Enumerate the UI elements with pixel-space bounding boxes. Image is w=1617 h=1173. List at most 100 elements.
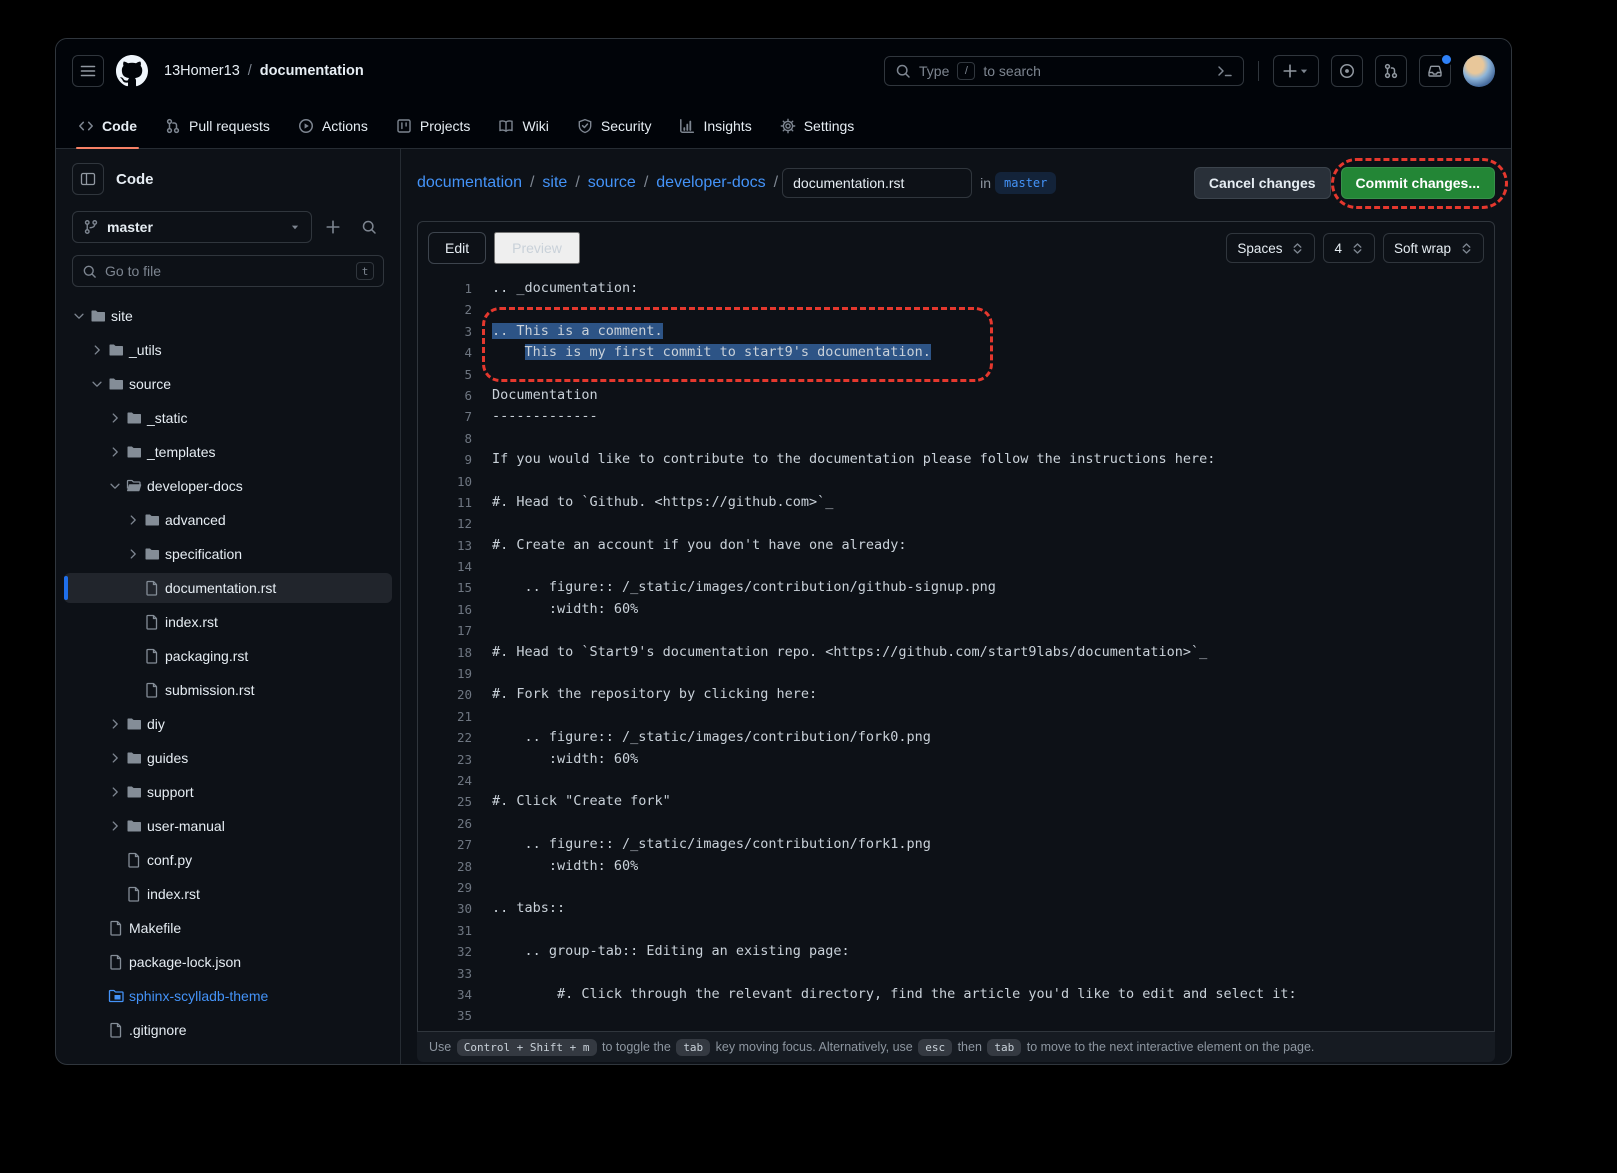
code-line[interactable]: 15 .. figure:: /_static/images/contribut… xyxy=(418,577,1494,598)
tab-wiki[interactable]: Wiki xyxy=(486,103,560,148)
code-line[interactable]: 34 #. Click through the relevant directo… xyxy=(418,984,1494,1005)
commit-changes-button[interactable]: Commit changes... xyxy=(1341,167,1495,199)
breadcrumb-link-documentation[interactable]: documentation xyxy=(417,174,522,192)
tab-actions[interactable]: Actions xyxy=(286,103,380,148)
chevron-right-icon[interactable] xyxy=(106,751,124,765)
chevron-right-icon[interactable] xyxy=(106,785,124,799)
breadcrumb-link-site[interactable]: site xyxy=(542,174,567,192)
create-new-button[interactable] xyxy=(1273,55,1319,87)
tree-item-developer-docs[interactable]: developer-docs xyxy=(64,471,392,501)
code-line[interactable]: 27 .. figure:: /_static/images/contribut… xyxy=(418,834,1494,855)
tree-item-gitignore[interactable]: .gitignore xyxy=(64,1015,392,1045)
code-line[interactable]: 29 xyxy=(418,877,1494,898)
code-line[interactable]: 32 .. group-tab:: Editing an existing pa… xyxy=(418,941,1494,962)
inbox-button[interactable] xyxy=(1419,55,1451,87)
code-line[interactable]: 8 xyxy=(418,428,1494,449)
tree-item-templates[interactable]: _templates xyxy=(64,437,392,467)
tab-preview[interactable]: Preview xyxy=(494,232,580,264)
add-file-button[interactable] xyxy=(318,212,348,242)
tree-item-source[interactable]: source xyxy=(64,369,392,399)
tab-settings[interactable]: Settings xyxy=(768,103,867,148)
code-line[interactable]: 31 xyxy=(418,920,1494,941)
repo-owner-link[interactable]: 13Homer13 xyxy=(164,63,240,79)
chevron-right-icon[interactable] xyxy=(124,513,142,527)
chevron-down-icon[interactable] xyxy=(88,377,106,391)
code-line[interactable]: 12 xyxy=(418,513,1494,534)
branch-badge[interactable]: master xyxy=(995,172,1056,194)
tree-item-advanced[interactable]: advanced xyxy=(64,505,392,535)
chevron-right-icon[interactable] xyxy=(88,343,106,357)
issues-button[interactable] xyxy=(1331,55,1363,87)
editor-body[interactable]: 1.. _documentation:23.. This is a commen… xyxy=(418,274,1494,1031)
breadcrumb-link-developer-docs[interactable]: developer-docs xyxy=(656,174,765,192)
tree-item-submission-rst[interactable]: submission.rst xyxy=(64,675,392,705)
tree-item-utils[interactable]: _utils xyxy=(64,335,392,365)
code-line[interactable]: 18#. Head to `Start9's documentation rep… xyxy=(418,642,1494,663)
code-line[interactable]: 7------------- xyxy=(418,406,1494,427)
cancel-changes-button[interactable]: Cancel changes xyxy=(1194,167,1331,199)
code-line[interactable]: 20#. Fork the repository by clicking her… xyxy=(418,684,1494,705)
code-line[interactable]: 17 xyxy=(418,620,1494,641)
code-line[interactable]: 24 xyxy=(418,770,1494,791)
pull-requests-button[interactable] xyxy=(1375,55,1407,87)
code-line[interactable]: 21 xyxy=(418,706,1494,727)
tree-item-guides[interactable]: guides xyxy=(64,743,392,773)
code-line[interactable]: 4 This is my first commit to start9's do… xyxy=(418,342,1494,363)
chevron-down-icon[interactable] xyxy=(106,479,124,493)
avatar[interactable] xyxy=(1463,55,1495,87)
code-line[interactable]: 28 :width: 60% xyxy=(418,856,1494,877)
hamburger-menu-button[interactable] xyxy=(72,55,104,87)
code-line[interactable]: 11#. Head to `Github. <https://github.co… xyxy=(418,492,1494,513)
code-line[interactable]: 9If you would like to contribute to the … xyxy=(418,449,1494,470)
go-to-file-input[interactable]: Go to file t xyxy=(72,255,384,287)
chevron-down-icon[interactable] xyxy=(70,309,88,323)
code-line[interactable]: 5 xyxy=(418,364,1494,385)
tree-item-makefile[interactable]: Makefile xyxy=(64,913,392,943)
tab-pull-requests[interactable]: Pull requests xyxy=(153,103,282,148)
tab-projects[interactable]: Projects xyxy=(384,103,483,148)
tree-item-index-rst[interactable]: index.rst xyxy=(64,879,392,909)
code-line[interactable]: 6Documentation xyxy=(418,385,1494,406)
tree-item-static[interactable]: _static xyxy=(64,403,392,433)
tab-security[interactable]: Security xyxy=(565,103,664,148)
editor-control-spaces[interactable]: Spaces xyxy=(1226,233,1315,263)
search-tree-button[interactable] xyxy=(354,212,384,242)
tree-item-specification[interactable]: specification xyxy=(64,539,392,569)
tree-item-site[interactable]: site xyxy=(64,301,392,331)
chevron-right-icon[interactable] xyxy=(106,445,124,459)
chevron-right-icon[interactable] xyxy=(106,717,124,731)
tree-item-support[interactable]: support xyxy=(64,777,392,807)
code-line[interactable]: 3.. This is a comment. xyxy=(418,321,1494,342)
code-line[interactable]: 2 xyxy=(418,299,1494,320)
code-line[interactable]: 30.. tabs:: xyxy=(418,898,1494,919)
code-line[interactable]: 35 xyxy=(418,1005,1494,1026)
tree-item-sphinx-scylladb-theme[interactable]: sphinx-scylladb-theme xyxy=(64,981,392,1011)
breadcrumb-link-source[interactable]: source xyxy=(588,174,636,192)
code-line[interactable]: 36 .. figure:: /_static/images/contribut… xyxy=(418,1027,1494,1031)
command-palette-icon[interactable] xyxy=(1217,63,1233,79)
tree-item-conf-py[interactable]: conf.py xyxy=(64,845,392,875)
tree-item-user-manual[interactable]: user-manual xyxy=(64,811,392,841)
repo-name-link[interactable]: documentation xyxy=(260,63,364,79)
editor-control-4[interactable]: 4 xyxy=(1323,233,1375,263)
code-line[interactable]: 23 :width: 60% xyxy=(418,749,1494,770)
github-logo-icon[interactable] xyxy=(116,55,148,87)
tree-item-packaging-rst[interactable]: packaging.rst xyxy=(64,641,392,671)
tab-code[interactable]: Code xyxy=(66,103,149,148)
tab-insights[interactable]: Insights xyxy=(667,103,763,148)
chevron-right-icon[interactable] xyxy=(124,547,142,561)
tree-item-index-rst[interactable]: index.rst xyxy=(64,607,392,637)
code-line[interactable]: 22 .. figure:: /_static/images/contribut… xyxy=(418,727,1494,748)
code-line[interactable]: 14 xyxy=(418,556,1494,577)
filename-input[interactable] xyxy=(782,168,972,198)
collapse-panel-button[interactable] xyxy=(72,163,104,195)
chevron-right-icon[interactable] xyxy=(106,819,124,833)
code-line[interactable]: 16 :width: 60% xyxy=(418,599,1494,620)
code-line[interactable]: 25#. Click "Create fork" xyxy=(418,791,1494,812)
editor-control-soft-wrap[interactable]: Soft wrap xyxy=(1383,233,1484,263)
tree-item-diy[interactable]: diy xyxy=(64,709,392,739)
chevron-right-icon[interactable] xyxy=(106,411,124,425)
branch-selector[interactable]: master xyxy=(72,211,312,243)
code-line[interactable]: 19 xyxy=(418,663,1494,684)
code-line[interactable]: 26 xyxy=(418,813,1494,834)
